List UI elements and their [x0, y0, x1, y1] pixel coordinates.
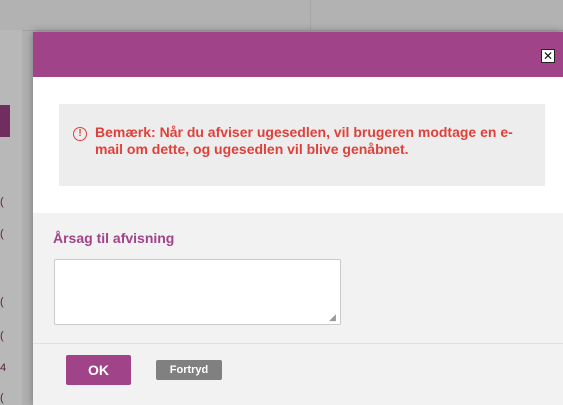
warning-icon: ! — [73, 127, 87, 141]
reject-timesheet-dialog: ✕ ! Bemærk: Når du afviser ugesedlen, vi… — [33, 32, 563, 405]
dialog-header: ✕ — [33, 32, 563, 77]
footer-divider — [33, 343, 563, 344]
resize-grip-icon[interactable]: ◢ — [329, 313, 338, 322]
close-button[interactable]: ✕ — [541, 49, 555, 63]
ok-button[interactable]: OK — [66, 355, 131, 385]
reason-label: Årsag til afvisning — [53, 230, 175, 246]
warning-text: Bemærk: Når du afviser ugesedlen, vil br… — [95, 124, 513, 157]
cancel-button[interactable]: Fortryd — [156, 360, 222, 380]
warning-box: ! Bemærk: Når du afviser ugesedlen, vil … — [59, 104, 545, 186]
dialog-form-area: Årsag til afvisning ◢ OK Fortryd — [33, 213, 563, 405]
close-icon: ✕ — [542, 49, 554, 63]
reason-textarea[interactable] — [54, 259, 341, 325]
